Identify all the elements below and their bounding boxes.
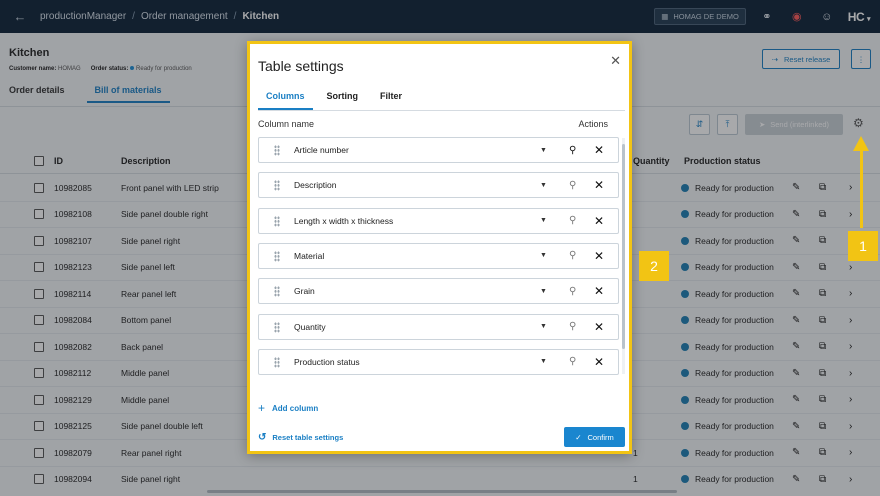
drag-handle-icon[interactable] xyxy=(274,250,280,262)
table-settings-dialog: Table settings ✕ Columns Sorting Filter … xyxy=(247,41,632,454)
remove-icon[interactable]: ✕ xyxy=(594,355,604,369)
remove-icon[interactable]: ✕ xyxy=(594,143,604,157)
pin-icon[interactable]: ⚲ xyxy=(569,145,576,156)
column-setting-row[interactable]: Quantity ▼ ⚲ ✕ xyxy=(258,313,619,340)
column-name: Material xyxy=(294,250,325,261)
caret-down-icon[interactable]: ▼ xyxy=(540,288,547,295)
column-setting-row[interactable]: Grain ▼ ⚲ ✕ xyxy=(258,278,619,305)
column-setting-row[interactable]: Description ▼ ⚲ ✕ xyxy=(258,172,619,199)
drag-handle-icon[interactable] xyxy=(274,356,280,368)
pin-icon[interactable]: ⚲ xyxy=(569,356,576,367)
tab-columns[interactable]: Columns xyxy=(258,91,313,110)
caret-down-icon[interactable]: ▼ xyxy=(540,323,547,330)
column-list-scrollbar[interactable] xyxy=(622,138,625,374)
add-column-button[interactable]: + Add column xyxy=(258,401,318,415)
column-setting-row[interactable]: Length x width x thickness ▼ ⚲ ✕ xyxy=(258,207,619,234)
actions-header: Actions xyxy=(578,119,608,129)
drag-handle-icon[interactable] xyxy=(274,145,280,156)
drag-handle-icon[interactable] xyxy=(274,215,280,227)
plus-icon: + xyxy=(258,401,266,415)
check-icon: ✓ xyxy=(575,432,582,442)
remove-icon[interactable]: ✕ xyxy=(594,178,604,192)
column-setting-row[interactable]: Production status ▼ ⚲ ✕ xyxy=(258,348,619,375)
column-name: Quantity xyxy=(294,321,326,332)
remove-icon[interactable]: ✕ xyxy=(594,249,604,263)
remove-icon[interactable]: ✕ xyxy=(594,320,604,334)
column-setting-row[interactable]: Material ▼ ⚲ ✕ xyxy=(258,242,619,269)
confirm-button[interactable]: ✓ Confirm xyxy=(564,427,625,447)
column-name-header: Column name xyxy=(258,119,315,129)
caret-down-icon[interactable]: ▼ xyxy=(540,217,547,224)
caret-down-icon[interactable]: ▼ xyxy=(540,147,547,154)
pin-icon[interactable]: ⚲ xyxy=(569,215,576,226)
pin-icon[interactable]: ⚲ xyxy=(569,286,576,297)
reset-table-settings-button[interactable]: ↺ Reset table settings xyxy=(258,432,343,443)
add-column-label: Add column xyxy=(272,403,319,413)
drag-handle-icon[interactable] xyxy=(274,321,280,333)
column-setting-row[interactable]: Article number ▼ ⚲ ✕ xyxy=(258,137,619,163)
pin-icon[interactable]: ⚲ xyxy=(569,250,576,261)
caret-down-icon[interactable]: ▼ xyxy=(540,358,547,365)
column-name: Article number xyxy=(294,145,349,155)
close-icon[interactable]: ✕ xyxy=(610,53,621,69)
reset-icon: ↺ xyxy=(258,432,267,443)
callout-1: 1 xyxy=(848,231,878,261)
column-name: Production status xyxy=(294,356,360,367)
dialog-title: Table settings xyxy=(258,58,344,74)
column-name: Length x width x thickness xyxy=(294,215,394,226)
drag-handle-icon[interactable] xyxy=(274,180,280,192)
pin-icon[interactable]: ⚲ xyxy=(569,180,576,191)
caret-down-icon[interactable]: ▼ xyxy=(540,182,547,189)
remove-icon[interactable]: ✕ xyxy=(594,284,604,298)
tab-filter[interactable]: Filter xyxy=(372,91,410,110)
scrollbar-thumb[interactable] xyxy=(622,144,625,349)
confirm-label: Confirm xyxy=(587,432,614,442)
callout-arrow xyxy=(860,150,863,228)
dialog-tabs: Columns Sorting Filter xyxy=(258,91,625,111)
arrow-up-icon xyxy=(853,136,869,151)
column-name: Grain xyxy=(294,286,315,297)
tab-sorting[interactable]: Sorting xyxy=(319,91,367,110)
remove-icon[interactable]: ✕ xyxy=(594,214,604,228)
callout-2: 2 xyxy=(639,251,669,281)
column-list-header: Column name Actions xyxy=(258,119,608,129)
reset-settings-label: Reset table settings xyxy=(272,433,344,442)
drag-handle-icon[interactable] xyxy=(274,286,280,298)
pin-icon[interactable]: ⚲ xyxy=(569,321,576,332)
column-name: Description xyxy=(294,180,337,191)
caret-down-icon[interactable]: ▼ xyxy=(540,252,547,259)
